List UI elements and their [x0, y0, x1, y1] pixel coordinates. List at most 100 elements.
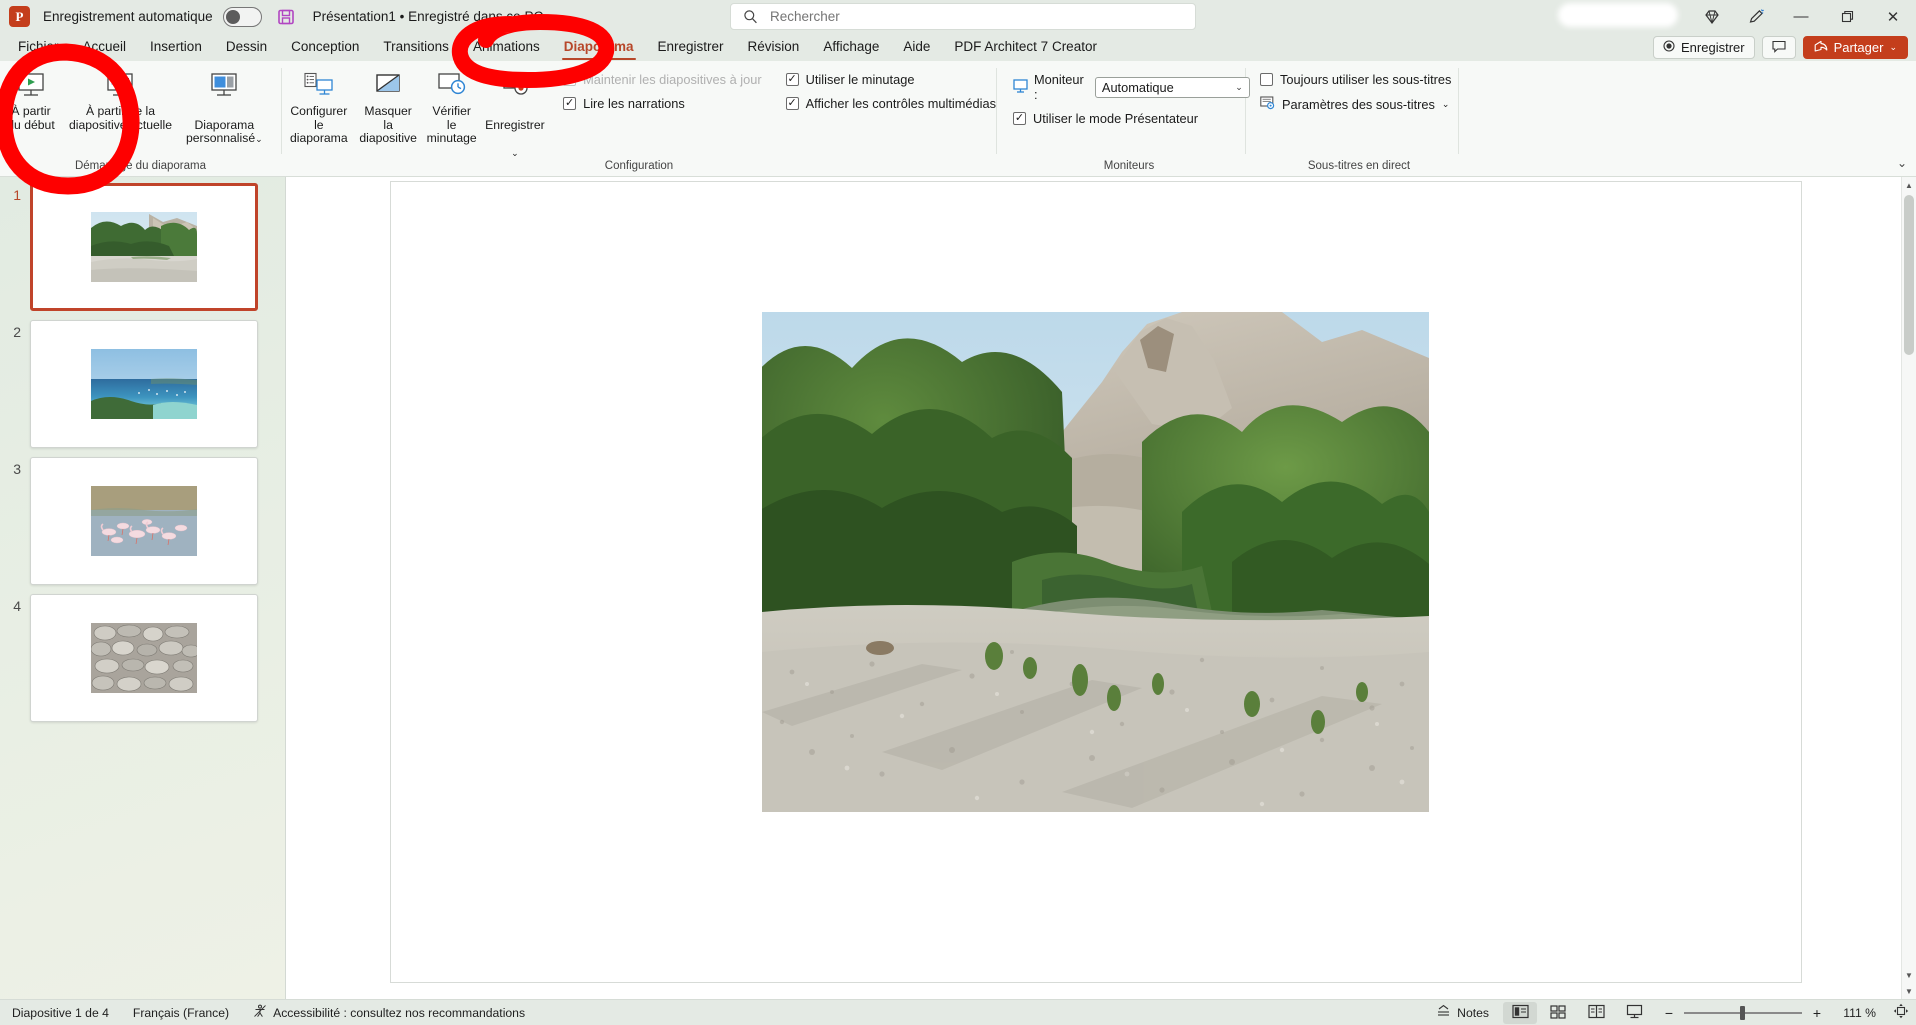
slide-thumbnail-4[interactable] — [30, 594, 258, 722]
zoom-slider-handle[interactable] — [1740, 1005, 1745, 1020]
collapse-ribbon-button[interactable]: ⌄ — [1897, 156, 1907, 170]
zoom-level[interactable]: 111 % — [1832, 1006, 1876, 1020]
accessibility-label: Accessibilité : consultez nos recommanda… — [273, 1005, 526, 1020]
slide-number-4: 4 — [13, 598, 21, 614]
record-slideshow-ribbon-button[interactable]: Enregistrer ⌄ — [483, 66, 547, 160]
reading-view-icon — [1587, 1004, 1605, 1022]
zoom-out-button[interactable]: − — [1663, 1005, 1675, 1021]
presenter-view-checkbox[interactable]: Utiliser le mode Présentateur — [1013, 111, 1250, 126]
title-bar-right-controls: — ✕ — [1558, 0, 1916, 33]
thumbnail-image-1 — [91, 212, 197, 282]
slide-thumbnail-2[interactable] — [30, 320, 258, 448]
tab-accueil[interactable]: Accueil — [71, 33, 139, 61]
save-icon[interactable] — [276, 7, 296, 27]
play-narrations-checkbox-box — [563, 97, 577, 110]
ribbon-group-live-subtitles: Toujours utiliser les sous-titres Paramè… — [1246, 61, 1458, 176]
thumbnail-image-2 — [91, 349, 197, 419]
zoom-slider[interactable] — [1684, 1005, 1802, 1020]
from-beginning-button[interactable]: À partir du début — [0, 66, 62, 132]
document-title[interactable]: Présentation1 • Enregistré dans ce PC ⌄ — [313, 9, 562, 24]
search-input[interactable] — [770, 9, 1177, 24]
accessibility-indicator[interactable]: Accessibilité : consultez nos recommanda… — [241, 1004, 537, 1021]
record-icon — [499, 70, 531, 102]
tab-conception[interactable]: Conception — [279, 33, 371, 61]
slide-photo[interactable] — [762, 312, 1429, 812]
comments-button[interactable] — [1761, 36, 1796, 59]
tab-revision[interactable]: Révision — [736, 33, 812, 61]
tab-aide[interactable]: Aide — [891, 33, 942, 61]
notes-button[interactable]: Notes — [1424, 1004, 1501, 1021]
tab-pdf-architect[interactable]: PDF Architect 7 Creator — [942, 33, 1109, 61]
designer-pen-icon[interactable] — [1734, 0, 1778, 33]
tab-diaporama[interactable]: Diaporama — [552, 33, 646, 61]
thumbnail-row-2: 2 — [0, 320, 285, 448]
view-reading-button[interactable] — [1579, 1002, 1613, 1024]
always-use-subtitles-checkbox[interactable]: Toujours utiliser les sous-titres — [1260, 72, 1451, 87]
tab-dessin[interactable]: Dessin — [214, 33, 279, 61]
title-bar: P Enregistrement automatique Présentatio… — [0, 0, 1916, 33]
use-timings-checkbox[interactable]: Utiliser le minutage — [785, 72, 996, 87]
from-beginning-label: À partir du début — [7, 104, 55, 132]
view-slideshow-button[interactable] — [1617, 1002, 1651, 1024]
tab-animations[interactable]: Animations — [461, 33, 552, 61]
slide-number-1: 1 — [13, 187, 21, 203]
slide-canvas[interactable] — [390, 181, 1802, 983]
diamond-icon[interactable] — [1690, 0, 1734, 33]
always-use-subtitles-checkbox-box — [1260, 73, 1273, 86]
slideshow-view-icon — [1626, 1004, 1643, 1022]
ribbon: À partir du début À partir de la diaposi… — [0, 61, 1916, 177]
timer-icon — [436, 70, 468, 102]
ribbon-group-label-start-slideshow: Démarrage du diaporama — [74, 160, 207, 172]
rehearse-timings-button[interactable]: Vérifier le minutage — [421, 66, 483, 146]
record-slideshow-button[interactable]: Enregistrer — [1653, 36, 1755, 59]
minimize-button[interactable]: — — [1778, 0, 1824, 33]
view-slide-sorter-button[interactable] — [1541, 1002, 1575, 1024]
close-button[interactable]: ✕ — [1870, 0, 1916, 33]
tab-affichage[interactable]: Affichage — [811, 33, 891, 61]
keep-slides-updated-checkbox[interactable]: Maintenir les diapositives à jour — [563, 72, 762, 87]
next-slide-arrow-icon[interactable]: ▼ — [1902, 983, 1916, 999]
scroll-down-arrow-icon[interactable]: ▼ — [1902, 967, 1916, 983]
monitor-row: Moniteur : Automatique ⌄ — [1013, 72, 1250, 102]
always-use-subtitles-label: Toujours utiliser les sous-titres — [1280, 72, 1452, 87]
ribbon-group-start-slideshow: À partir du début À partir de la diaposi… — [0, 61, 281, 176]
search-box[interactable] — [730, 3, 1196, 30]
view-normal-button[interactable] — [1503, 1001, 1537, 1024]
scrollbar-thumb[interactable] — [1904, 195, 1914, 355]
autosave-toggle[interactable] — [222, 6, 262, 27]
slide-number-2: 2 — [13, 324, 21, 340]
ribbon-tabs: Fichier Accueil Insertion Dessin Concept… — [0, 33, 1109, 61]
tab-fichier[interactable]: Fichier — [6, 33, 71, 61]
tab-enregistrer[interactable]: Enregistrer — [646, 33, 736, 61]
slide-thumbnail-1[interactable] — [30, 183, 258, 311]
zoom-control: − + 111 % — [1653, 1005, 1886, 1021]
custom-slideshow-button[interactable]: Diaporama personnalisé⌄ — [179, 66, 270, 147]
record-ribbon-label: Enregistrer ⌄ — [485, 105, 545, 160]
subtitle-settings-button[interactable]: Paramètres des sous-titres ⌄ — [1260, 96, 1451, 113]
tab-transitions[interactable]: Transitions — [371, 33, 461, 61]
from-current-slide-button[interactable]: À partir de la diapositive actuelle — [62, 66, 179, 132]
share-button[interactable]: Partager ⌄ — [1802, 36, 1908, 59]
hide-slide-button[interactable]: Masquer la diapositive — [356, 66, 421, 146]
show-media-controls-checkbox[interactable]: Afficher les contrôles multimédias — [785, 96, 996, 111]
zoom-in-button[interactable]: + — [1811, 1005, 1823, 1021]
scrollbar-bottom-cluster: ▼ ▼ — [1902, 967, 1916, 999]
monitor-select[interactable]: Automatique ⌄ — [1094, 76, 1250, 98]
canvas-vertical-scrollbar[interactable]: ▲ ▼ ▼ — [1901, 177, 1916, 999]
slide-thumbnail-3[interactable] — [30, 457, 258, 585]
scroll-up-arrow-icon[interactable]: ▲ — [1902, 177, 1916, 193]
setup-slideshow-button[interactable]: Configurer le diaporama — [282, 66, 356, 146]
play-narrations-checkbox[interactable]: Lire les narrations — [563, 96, 762, 111]
language-indicator[interactable]: Français (France) — [121, 1006, 241, 1020]
hide-slide-label: Masquer la diapositive — [359, 104, 417, 145]
tab-insertion[interactable]: Insertion — [138, 33, 214, 61]
current-slide-icon — [104, 70, 136, 102]
thumbnail-pane-scrollbar[interactable] — [276, 177, 285, 999]
autosave-label: Enregistrement automatique — [43, 9, 213, 24]
slide-number-3: 3 — [13, 461, 21, 477]
restore-button[interactable] — [1824, 0, 1870, 33]
fit-to-window-button[interactable] — [1886, 1003, 1916, 1022]
configuration-checkboxes-left: Maintenir les diapositives à jour Lire l… — [563, 66, 762, 111]
accessibility-icon — [253, 1004, 267, 1021]
presenter-view-label: Utiliser le mode Présentateur — [1033, 111, 1199, 126]
